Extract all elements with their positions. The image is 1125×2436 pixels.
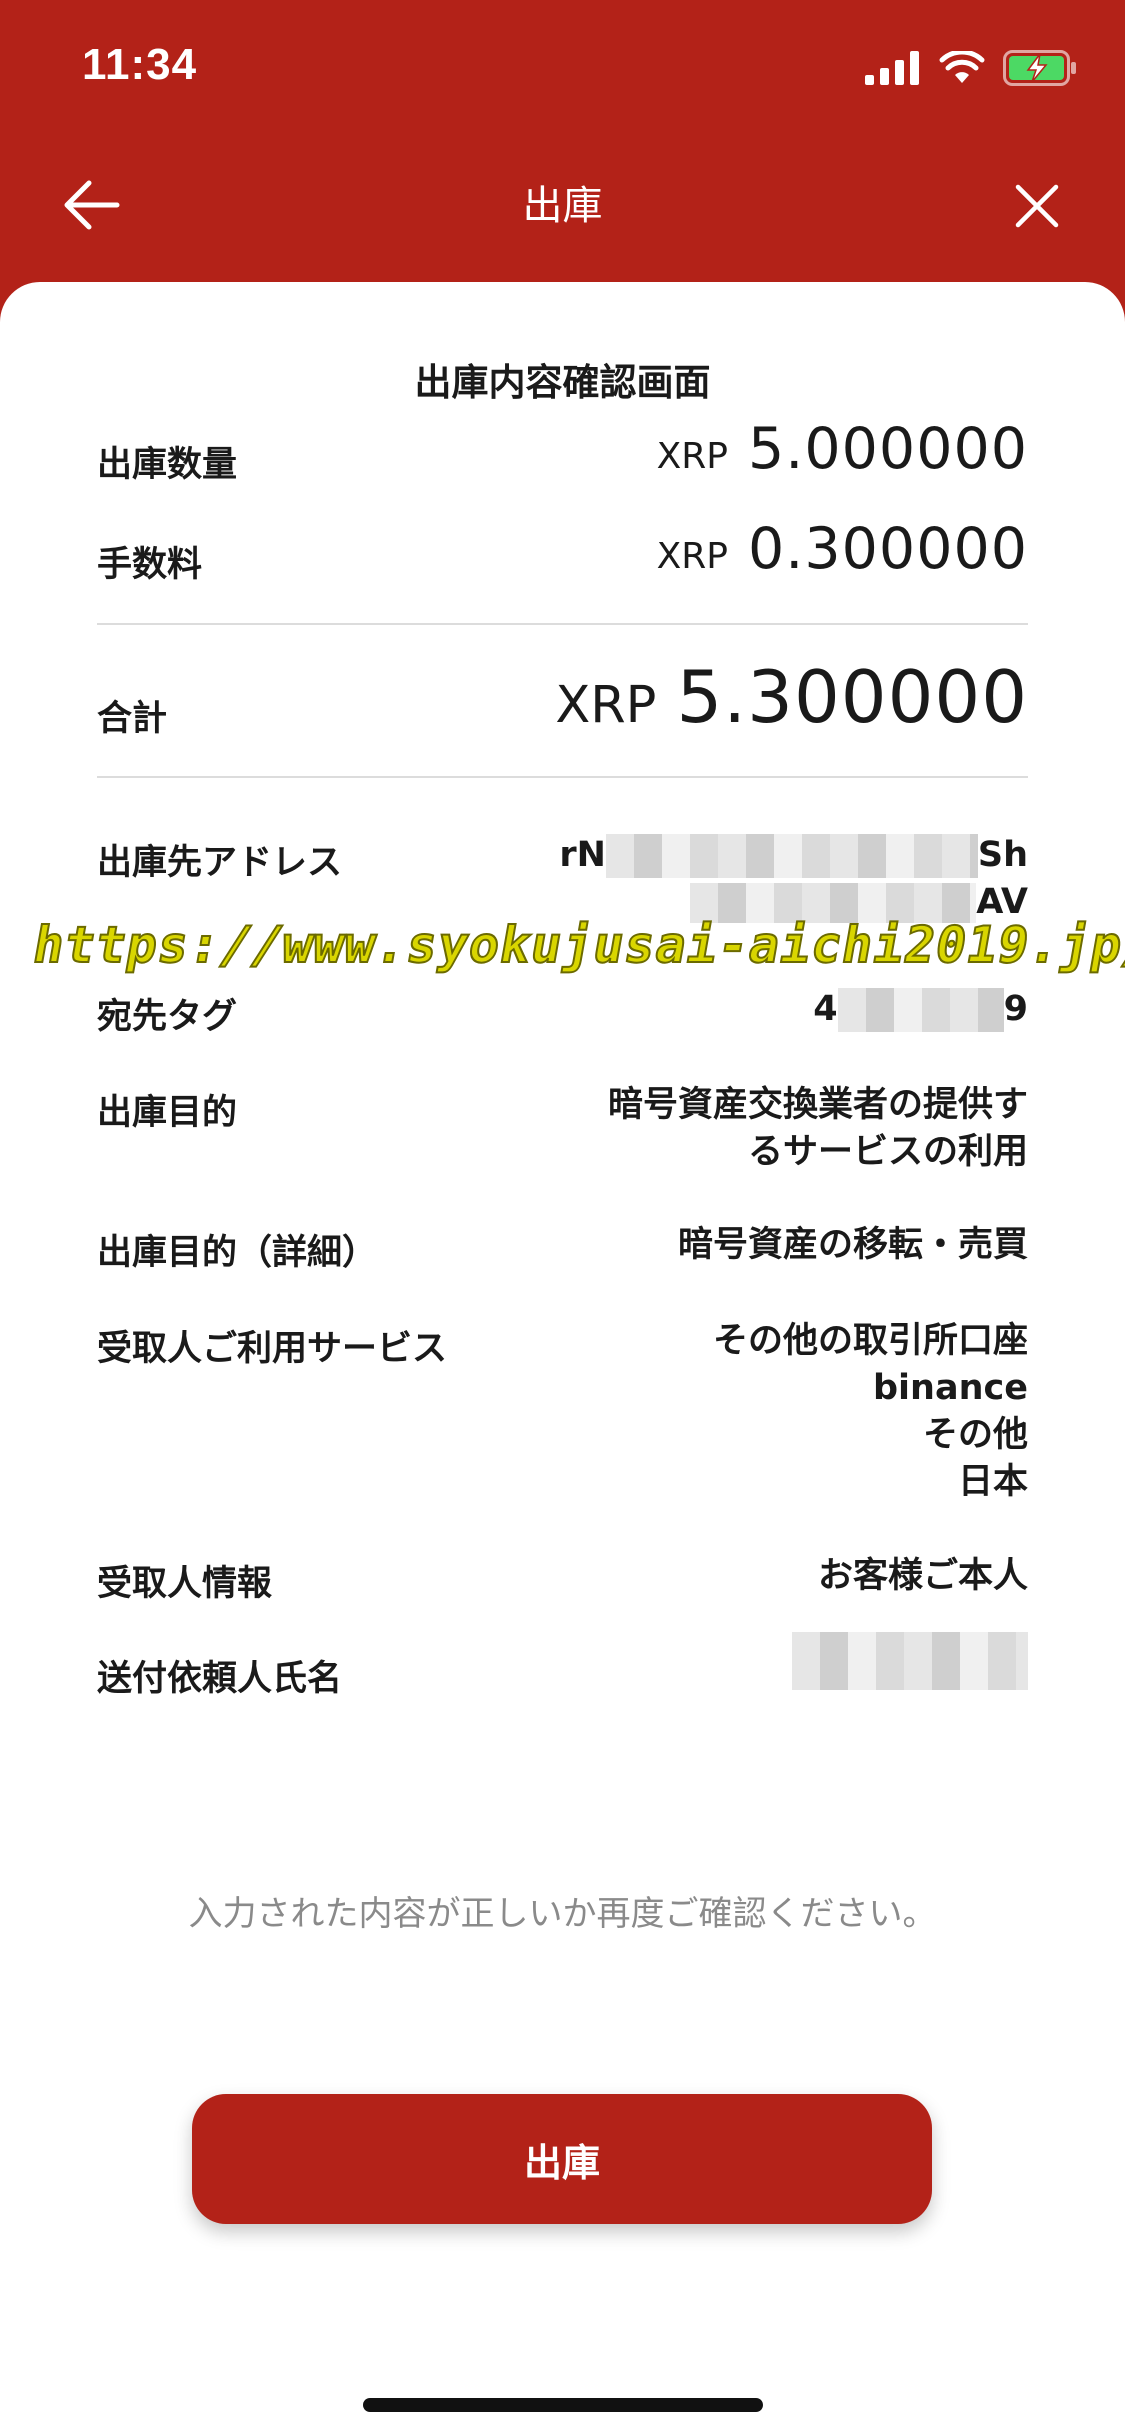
tag-end: 9	[1003, 989, 1028, 1029]
redacted-block	[605, 834, 978, 878]
total-value: 5.300000	[676, 655, 1028, 739]
signal-icon	[865, 51, 921, 89]
purpose-label: 出庫目的	[97, 1093, 238, 1133]
recipient-service-line: binance	[873, 1368, 1028, 1408]
total-currency: XRP	[555, 676, 657, 735]
withdraw-amount-value: XRP 5.000000	[657, 416, 1028, 482]
withdraw-currency: XRP	[656, 436, 729, 477]
address-line1-start: rN	[559, 835, 606, 875]
home-indicator[interactable]	[363, 2398, 763, 2412]
divider	[97, 776, 1028, 778]
fee-currency: XRP	[656, 536, 729, 577]
withdraw-submit-button[interactable]: 出庫	[192, 2094, 932, 2224]
address-line1-end: Sh	[977, 835, 1028, 875]
close-button[interactable]	[1007, 176, 1067, 236]
recipient-service-line: その他の取引所口座	[712, 1321, 1028, 1361]
sender-name-label: 送付依頼人氏名	[97, 1659, 343, 1699]
address-label: 出庫先アドレス	[97, 843, 343, 883]
purpose-detail-value: 暗号資産の移転・売買	[677, 1225, 1028, 1265]
total-amount: XRP 5.300000	[555, 655, 1028, 739]
screen-title: 出庫内容確認画面	[414, 361, 711, 404]
purpose-line: 暗号資産交換業者の提供す	[607, 1085, 1028, 1125]
fee-value: 0.300000	[748, 516, 1028, 582]
watermark-url: https://www.syokujusai-aichi2019.jp/	[28, 915, 1125, 975]
redacted-block	[837, 988, 1004, 1032]
destination-tag-value: 49	[813, 986, 1028, 1033]
purpose-line: るサービスの利用	[747, 1132, 1028, 1172]
close-icon	[1015, 184, 1059, 228]
address-value: rN Sh AV	[559, 832, 1028, 926]
sender-name-value	[792, 1632, 1028, 1690]
confirm-note: 入力された内容が正しいか再度ご確認ください。	[188, 1894, 937, 1934]
purpose-detail-label: 出庫目的（詳細）	[97, 1233, 378, 1273]
status-time: 11:34	[82, 40, 198, 89]
fee-label: 手数料	[97, 545, 203, 585]
divider	[97, 623, 1028, 625]
status-bar: 11:34	[0, 0, 1125, 140]
withdraw-value: 5.000000	[748, 416, 1028, 482]
recipient-service-line: 日本	[957, 1462, 1028, 1502]
fee-amount: XRP 0.300000	[657, 516, 1028, 582]
destination-tag-label: 宛先タグ	[97, 997, 238, 1037]
tag-start: 4	[813, 989, 838, 1029]
recipient-info-label: 受取人情報	[97, 1564, 273, 1604]
battery-charging-icon	[1003, 50, 1077, 90]
recipient-service-label: 受取人ご利用サービス	[97, 1329, 448, 1369]
wifi-icon	[939, 49, 985, 89]
recipient-service-line: その他	[922, 1415, 1028, 1455]
recipient-service-value: その他の取引所口座 binance その他 日本	[713, 1318, 1028, 1506]
redacted-block	[792, 1632, 1028, 1690]
nav-title: 出庫	[522, 183, 603, 229]
purpose-value: 暗号資産交換業者の提供す るサービスの利用	[608, 1082, 1028, 1176]
total-label: 合計	[97, 699, 168, 739]
withdraw-amount-label: 出庫数量	[97, 445, 238, 485]
submit-button-label: 出庫	[523, 2140, 600, 2185]
status-icons	[865, 48, 1077, 92]
recipient-info-value: お客様ご本人	[817, 1556, 1028, 1596]
